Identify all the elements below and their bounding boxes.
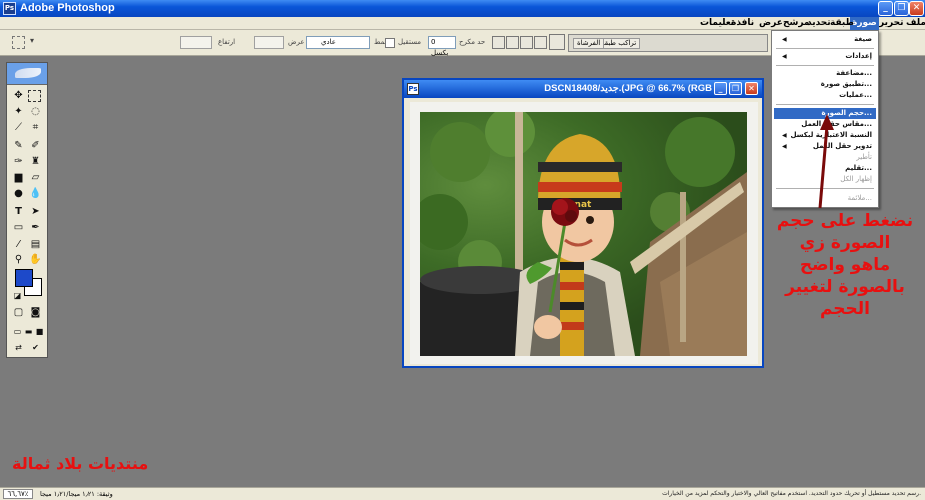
submenu-arrow-icon: ◀	[782, 53, 787, 60]
menu-item-calculations[interactable]: عمليات...	[774, 90, 876, 101]
default-colors-icon[interactable]: ◪	[10, 289, 25, 303]
annotation-line: نضغط على حجم	[776, 211, 914, 231]
menu-separator	[776, 65, 874, 66]
height-label: ارتفاع	[218, 38, 236, 46]
instruction-annotation: نضغط على حجم الصورة زي ماهو واضح بالصورة…	[770, 210, 920, 320]
feather-logo-icon	[15, 68, 41, 78]
history-brush-tool-icon[interactable]: ✑	[11, 155, 26, 169]
app-title-bar[interactable]: Ps Adobe Photoshop _ ❐ ✕	[0, 0, 925, 17]
toolbox-header[interactable]	[7, 63, 47, 85]
intersect-selection-icon[interactable]	[534, 36, 547, 49]
pen-tool-icon[interactable]: ✒	[28, 221, 43, 235]
hand-tool-icon[interactable]: ✋	[28, 253, 43, 267]
annotation-arrow-icon	[818, 114, 834, 209]
style-select[interactable]: عادي	[306, 36, 370, 49]
forum-watermark: منتديات بلاد ثمالة	[12, 454, 149, 473]
annotation-line: الحجم	[819, 299, 871, 319]
palette-tab-brushes[interactable]: الفرشاة	[573, 38, 605, 49]
photo-child-with-rose: Sanat	[420, 112, 747, 356]
document-window[interactable]: Ps DSCN1840جديد/8.(JPG @ 66.7% (RGB _ ❐ …	[402, 78, 764, 368]
submenu-arrow-icon: ◀	[782, 36, 787, 43]
dodge-tool-icon[interactable]: ●	[11, 187, 26, 201]
path-selection-tool-icon[interactable]: ➤	[28, 205, 43, 219]
submenu-arrow-icon: ◀	[782, 132, 787, 139]
marquee-tool-icon[interactable]	[28, 90, 41, 102]
document-title-bar[interactable]: Ps DSCN1840جديد/8.(JPG @ 66.7% (RGB _ ❐ …	[404, 80, 762, 98]
width-field[interactable]	[254, 36, 284, 49]
photoshop-app-icon: Ps	[3, 2, 16, 15]
shape-tool-icon[interactable]: ▭	[11, 221, 26, 235]
app-title: Adobe Photoshop	[20, 2, 115, 14]
width-label: عرض	[288, 38, 305, 46]
document-minimize-icon[interactable]: _	[714, 82, 727, 95]
menu-separator	[776, 48, 874, 49]
antialias-label: مستقيل	[398, 38, 422, 46]
standard-mode-icon[interactable]: ▢	[11, 306, 26, 320]
zoom-level-field[interactable]: ٦٦,٦٧٪	[3, 489, 33, 499]
annotation-line: ماهو واضح	[799, 255, 891, 275]
menu-file[interactable]: ملف	[904, 17, 925, 30]
palette-well: تراكب طبقة الفرشاة	[568, 34, 768, 52]
status-bar: ٦٦,٦٧٪ وثيقة: ١٫٢١ ميجا/١٫٢١ ميجا رسم تح…	[0, 487, 925, 500]
height-field[interactable]	[180, 36, 212, 49]
menu-filter[interactable]: مرشح	[781, 17, 812, 30]
feather-label: حد مكرح	[459, 38, 486, 46]
slice-tool-icon[interactable]: ⟋	[11, 121, 26, 135]
gradient-tool-icon[interactable]: ▆	[11, 171, 26, 185]
crop-tool-icon[interactable]: ⌗	[28, 121, 43, 135]
document-close-icon[interactable]: ✕	[745, 82, 758, 95]
move-tool-icon[interactable]: ✥	[11, 89, 26, 103]
document-title: DSCN1840جديد/8.(JPG @ 66.7% (RGB	[544, 83, 712, 94]
document-size-info[interactable]: وثيقة: ١٫٢١ ميجا/١٫٢١ ميجا	[40, 489, 113, 499]
eyedropper-tool-icon[interactable]: ⁄	[11, 238, 26, 252]
screen-mode-full-icon[interactable]: ■	[32, 325, 47, 339]
clone-stamp-tool-icon[interactable]: ♜	[28, 155, 43, 169]
quick-mask-icon[interactable]: ◙	[28, 306, 43, 320]
menu-item-mode[interactable]: ◀ صيغة	[774, 34, 876, 45]
magic-wand-tool-icon[interactable]: ✦	[11, 105, 26, 119]
tool-help-text: رسم تحديد مستطيل أو تحريك حدود التحديد. …	[662, 490, 921, 497]
add-selection-icon[interactable]	[506, 36, 519, 49]
zoom-tool-icon[interactable]: ⚲	[11, 253, 26, 267]
maximize-icon[interactable]: ❐	[894, 1, 909, 16]
edit-in-imageready-icon[interactable]: ✔	[28, 341, 43, 355]
eraser-tool-icon[interactable]: ▱	[28, 171, 43, 185]
photo-illustration: Sanat	[420, 112, 747, 356]
lasso-tool-icon[interactable]: ◌	[28, 105, 43, 119]
type-tool-icon[interactable]: T	[11, 205, 26, 219]
menu-bar: ملف تحرير صورة طبقة تحديد مرشح عرض نافذة…	[0, 17, 925, 30]
marquee-tool-icon[interactable]	[12, 36, 25, 49]
menu-item-adjustments[interactable]: ◀ إعدادات	[774, 51, 876, 62]
new-selection-icon[interactable]	[492, 36, 505, 49]
menu-view[interactable]: عرض	[757, 17, 785, 30]
healing-brush-tool-icon[interactable]: ✎	[11, 139, 26, 153]
feather-field[interactable]: 0 بكسل	[428, 36, 456, 57]
blur-tool-icon[interactable]: 💧	[28, 187, 43, 201]
subtract-selection-icon[interactable]	[520, 36, 533, 49]
minimize-icon[interactable]: _	[878, 1, 893, 16]
file-browser-icon[interactable]	[549, 34, 565, 50]
foreground-color-swatch[interactable]	[15, 269, 33, 287]
jump-to-imageready-icon[interactable]: ⇄	[11, 341, 26, 355]
document-maximize-icon[interactable]: ❐	[729, 82, 742, 95]
tool-preset-arrow-icon[interactable]: ▾	[30, 36, 34, 45]
menu-help[interactable]: تعليمات	[698, 17, 736, 30]
notes-tool-icon[interactable]: ▤	[28, 238, 43, 252]
antialias-checkbox[interactable]	[385, 38, 395, 48]
menu-item-apply-image[interactable]: تطبيق صورة...	[774, 79, 876, 90]
menu-item-duplicate[interactable]: مضاعفة...	[774, 68, 876, 79]
document-canvas[interactable]: Sanat	[410, 102, 758, 364]
submenu-arrow-icon: ◀	[782, 143, 787, 150]
menu-separator	[776, 104, 874, 105]
annotation-line: الصورة زي	[799, 233, 891, 253]
toolbox: ✥ ✦ ◌ ⟋ ⌗ ✎ ✐ ✑ ♜ ▆ ▱ ● 💧 T ➤ ▭ ✒ ⁄ ▤ ⚲ …	[6, 62, 48, 358]
brush-tool-icon[interactable]: ✐	[28, 139, 43, 153]
close-icon[interactable]: ✕	[909, 1, 924, 16]
document-icon: Ps	[407, 83, 419, 95]
annotation-line: بالصورة لتغيير	[785, 277, 905, 297]
menu-edit[interactable]: تحرير	[877, 17, 905, 30]
